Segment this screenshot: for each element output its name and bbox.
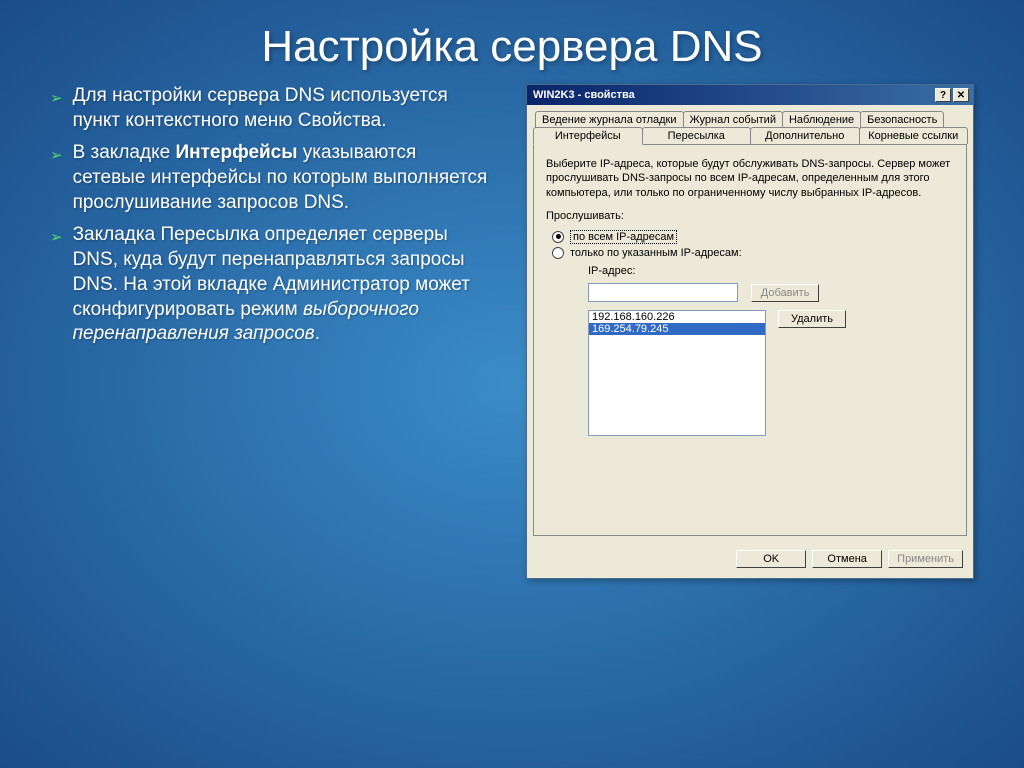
tab-security[interactable]: Безопасность bbox=[860, 111, 944, 128]
bullet-list: ➢ Для настройки сервера DNS используется… bbox=[50, 84, 494, 579]
radio-specified-label: только по указанным IP-адресам: bbox=[570, 247, 742, 259]
bullet-text: В закладке Интерфейсы указываются сетевы… bbox=[73, 141, 494, 215]
help-button[interactable]: ? bbox=[935, 88, 951, 102]
bullet-text: Для настройки сервера DNS используется п… bbox=[73, 84, 494, 133]
bullet-item: ➢ Закладка Пересылка определяет серверы … bbox=[50, 223, 494, 346]
tab-debug-log[interactable]: Ведение журнала отладки bbox=[535, 111, 684, 128]
radio-all-label: по всем IP-адресам bbox=[570, 230, 677, 244]
add-button[interactable]: Добавить bbox=[751, 284, 819, 302]
ip-address-input[interactable] bbox=[588, 283, 738, 302]
list-item[interactable]: 192.168.160.226 bbox=[589, 311, 765, 323]
slide-title: Настройка сервера DNS bbox=[0, 0, 1024, 84]
dialog-title: WIN2K3 - свойства bbox=[533, 89, 635, 101]
radio-all-addresses[interactable]: по всем IP-адресам bbox=[552, 230, 954, 244]
radio-icon bbox=[552, 231, 564, 243]
tab-forwarding[interactable]: Пересылка bbox=[642, 127, 752, 144]
bullet-item: ➢ В закладке Интерфейсы указываются сете… bbox=[50, 141, 494, 215]
cancel-button[interactable]: Отмена bbox=[812, 550, 882, 568]
listen-label: Прослушивать: bbox=[546, 210, 954, 222]
tab-interfaces[interactable]: Интерфейсы bbox=[533, 127, 643, 145]
radio-icon bbox=[552, 247, 564, 259]
tab-advanced[interactable]: Дополнительно bbox=[750, 127, 860, 144]
tab-panel-interfaces: Выберите IP-адреса, которые будут обслуж… bbox=[533, 144, 967, 536]
ok-button[interactable]: OK bbox=[736, 550, 806, 568]
close-button[interactable]: ✕ bbox=[953, 88, 969, 102]
ip-address-listbox[interactable]: 192.168.160.226 169.254.79.245 bbox=[588, 310, 766, 436]
bullet-marker-icon: ➢ bbox=[50, 228, 63, 246]
tab-root-hints[interactable]: Корневые ссылки bbox=[859, 127, 969, 144]
dialog-titlebar[interactable]: WIN2K3 - свойства ? ✕ bbox=[527, 85, 973, 105]
remove-button[interactable]: Удалить bbox=[778, 310, 846, 328]
properties-dialog: WIN2K3 - свойства ? ✕ Ведение журнала от… bbox=[526, 84, 974, 579]
radio-specified-addresses[interactable]: только по указанным IP-адресам: bbox=[552, 247, 954, 259]
list-item[interactable]: 169.254.79.245 bbox=[589, 323, 765, 335]
panel-description: Выберите IP-адреса, которые будут обслуж… bbox=[546, 157, 954, 200]
apply-button[interactable]: Применить bbox=[888, 550, 963, 568]
bullet-text: Закладка Пересылка определяет серверы DN… bbox=[73, 223, 494, 346]
ip-address-label: IP-адрес: bbox=[588, 265, 954, 277]
bullet-marker-icon: ➢ bbox=[50, 146, 63, 164]
bullet-item: ➢ Для настройки сервера DNS используется… bbox=[50, 84, 494, 133]
tab-event-log[interactable]: Журнал событий bbox=[683, 111, 783, 128]
bullet-marker-icon: ➢ bbox=[50, 89, 63, 107]
tab-monitoring[interactable]: Наблюдение bbox=[782, 111, 861, 128]
